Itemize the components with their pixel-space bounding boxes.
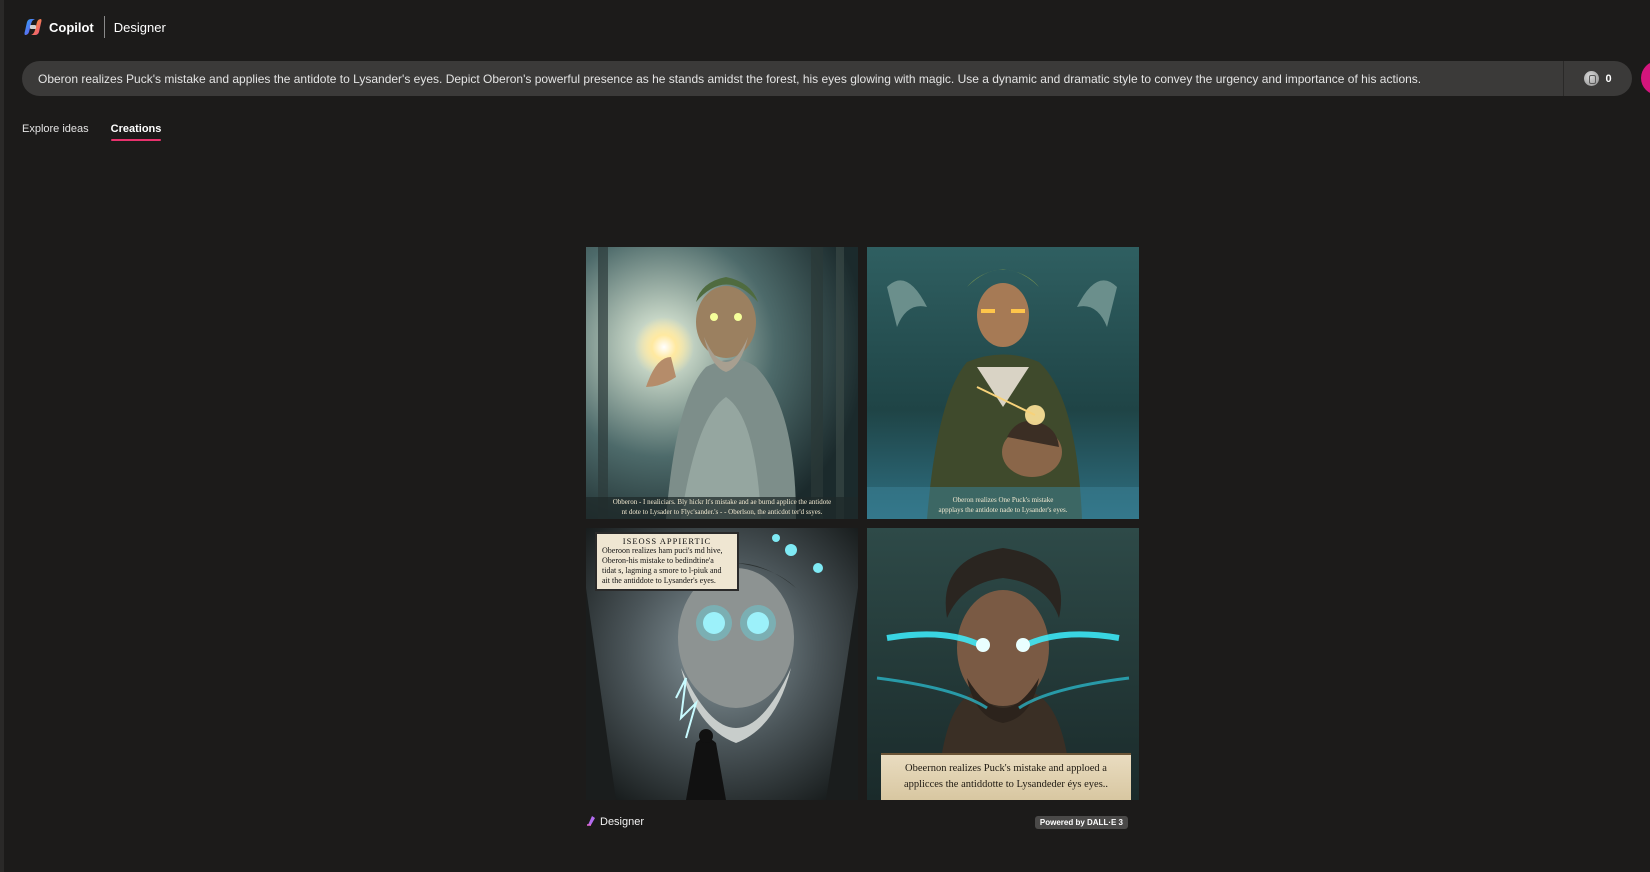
app-header: Copilot Designer <box>24 15 166 39</box>
header-divider <box>103 16 105 38</box>
caption-line: Oberon realizes One Puck's mistake <box>952 496 1054 504</box>
coin-icon <box>1584 71 1600 86</box>
image-1-caption: Obberon - I nealiciars. Bly hickr lt's m… <box>586 497 858 517</box>
image-2-art <box>867 247 1139 519</box>
image-3-caption-box: ISEOSS APPIERTIC Oberoon realizes ham pu… <box>595 532 739 591</box>
caption-line: applicces the antiddotte to Lysandeder é… <box>903 779 1109 790</box>
prompt-input[interactable]: Oberon realizes Puck's mistake and appli… <box>22 72 1563 86</box>
image-grid: Obberon - I nealiciars. Bly hickr lt's m… <box>586 247 1139 800</box>
grid-footer: Designer Powered by DALL·E 3 <box>586 813 1128 831</box>
create-button[interactable] <box>1641 61 1650 95</box>
generated-image-4[interactable]: Obeernon realizes Puck's mistake and app… <box>867 528 1139 800</box>
caption-line: Obberon - I nealiciars. Bly hickr lt's m… <box>612 498 832 506</box>
generated-image-2[interactable]: Oberon realizes One Puck's mistake apppl… <box>867 247 1139 519</box>
image-1-art <box>586 247 858 519</box>
footer-brand-label: Designer <box>600 816 645 828</box>
caption-line: appplays the antidote nade to Lysander's… <box>938 506 1068 514</box>
caption-line: Obeernon realizes Puck's mistake and app… <box>905 763 1107 774</box>
prompt-bar[interactable]: Oberon realizes Puck's mistake and appli… <box>22 61 1632 96</box>
tab-explore-ideas[interactable]: Explore ideas <box>22 123 89 141</box>
window-edge <box>0 0 4 872</box>
designer-logo-icon <box>586 815 597 829</box>
caption-line: ait the antiddote to Lysander's eyes. <box>602 576 716 585</box>
generated-image-1[interactable]: Obberon - I nealiciars. Bly hickr lt's m… <box>586 247 858 519</box>
tab-creations[interactable]: Creations <box>110 123 161 141</box>
caption-line: Oberoon realizes ham puci's md hive, <box>602 546 723 555</box>
caption-line: Oberon-his mistake to bedindtine'a <box>602 556 714 565</box>
product-name[interactable]: Designer <box>114 20 166 35</box>
tab-bar: Explore ideas Creations <box>22 123 161 141</box>
brand-name[interactable]: Copilot <box>49 20 94 35</box>
boost-count: 0 <box>1605 72 1612 85</box>
boost-counter[interactable]: 0 <box>1564 71 1632 86</box>
generated-image-3[interactable]: ISEOSS APPIERTIC Oberoon realizes ham pu… <box>586 528 858 800</box>
caption-line: nt dote to Lysader to Flyc'sander.'s - -… <box>621 508 823 516</box>
caption-title: ISEOSS APPIERTIC <box>622 536 712 546</box>
image-2-caption: Oberon realizes One Puck's mistake apppl… <box>867 495 1139 515</box>
footer-brand[interactable]: Designer <box>586 815 644 829</box>
caption-line: tidat s, lagming a smore to l-piuk and <box>602 566 722 575</box>
image-4-caption-scroll: Obeernon realizes Puck's mistake and app… <box>881 753 1131 800</box>
copilot-logo-icon[interactable] <box>24 18 42 36</box>
powered-by-badge[interactable]: Powered by DALL·E 3 <box>1034 815 1128 829</box>
